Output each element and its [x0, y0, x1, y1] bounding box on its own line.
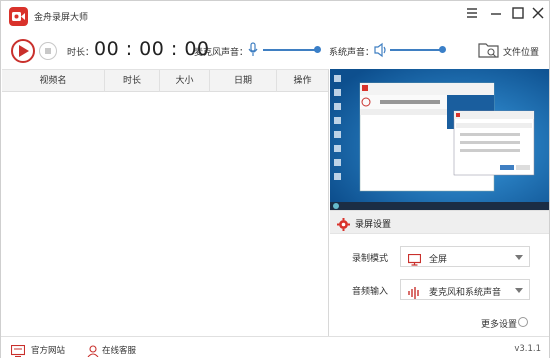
stop-button[interactable] — [39, 42, 57, 60]
minimize-icon[interactable] — [489, 6, 505, 22]
official-website-link[interactable]: 官方网站 — [31, 344, 65, 356]
title-bar: 金舟录屏大师 — [1, 1, 549, 32]
menu-icon[interactable] — [465, 6, 481, 22]
system-volume-slider[interactable] — [390, 49, 444, 51]
folder-icon[interactable] — [478, 41, 500, 63]
record-mode-label: 录制模式 — [352, 254, 389, 264]
column-header-date[interactable]: 日期 — [210, 70, 277, 92]
online-service-link[interactable]: 在线客服 — [102, 344, 136, 356]
customer-service-icon[interactable] — [87, 342, 99, 361]
mic-volume-label: 麦克风声音： — [194, 48, 249, 58]
record-mode-value: 全屏 — [429, 255, 448, 265]
mic-volume-knob[interactable] — [314, 46, 321, 53]
gear-icon — [337, 216, 350, 235]
record-mode-select[interactable]: 全屏 — [400, 246, 530, 267]
column-header-name[interactable]: 视频名 — [2, 70, 105, 92]
website-icon[interactable] — [10, 342, 26, 361]
column-header-duration[interactable]: 时长 — [105, 70, 160, 92]
more-settings-link[interactable]: 更多设置 — [481, 317, 517, 330]
monitor-icon — [407, 251, 422, 270]
audio-input-label: 音频输入 — [352, 287, 389, 297]
column-header-size[interactable]: 大小 — [160, 70, 210, 92]
maximize-icon[interactable] — [511, 6, 527, 22]
version-label: v3.1.1 — [514, 344, 541, 354]
app-window: 金舟录屏大师 时长： 00 : 00 : 00 麦克风声音： 系统声音： 文件位… — [0, 0, 550, 358]
settings-circle-icon[interactable] — [518, 317, 528, 327]
app-title: 金舟录屏大师 — [34, 13, 89, 23]
mic-volume-slider[interactable] — [263, 49, 318, 51]
video-list-panel: 视频名 时长 大小 日期 操作 — [2, 69, 329, 336]
chevron-down-icon — [515, 288, 523, 293]
microphone-icon[interactable] — [248, 42, 258, 62]
audio-wave-icon — [408, 284, 421, 303]
close-icon[interactable] — [531, 6, 547, 22]
status-footer: 官方网站 在线客服 v3.1.1 — [1, 336, 549, 358]
settings-title: 录屏设置 — [355, 220, 392, 230]
video-list-header: 视频名 时长 大小 日期 操作 — [2, 70, 328, 92]
system-volume-knob[interactable] — [439, 46, 446, 53]
recording-timer: 00 : 00 : 00 — [94, 38, 210, 60]
chevron-down-icon — [515, 255, 523, 260]
record-toolbar: 时长： 00 : 00 : 00 麦克风声音： 系统声音： 文件位置 — [1, 32, 549, 69]
record-button[interactable] — [11, 39, 35, 63]
duration-label: 时长： — [67, 48, 95, 58]
audio-input-value: 麦克风和系统声音 — [429, 288, 502, 298]
speaker-icon[interactable] — [374, 42, 388, 62]
settings-header: 录屏设置 — [330, 211, 549, 234]
file-location-button[interactable]: 文件位置 — [503, 45, 539, 58]
column-header-action[interactable]: 操作 — [277, 70, 328, 92]
record-settings-panel: 录屏设置 录制模式 全屏 音频输入 麦克风和系统声音 更多设置 — [330, 210, 549, 336]
app-logo-icon — [9, 7, 28, 26]
audio-input-select[interactable]: 麦克风和系统声音 — [400, 279, 530, 300]
screen-preview — [330, 69, 549, 210]
system-volume-label: 系统声音： — [329, 48, 375, 58]
